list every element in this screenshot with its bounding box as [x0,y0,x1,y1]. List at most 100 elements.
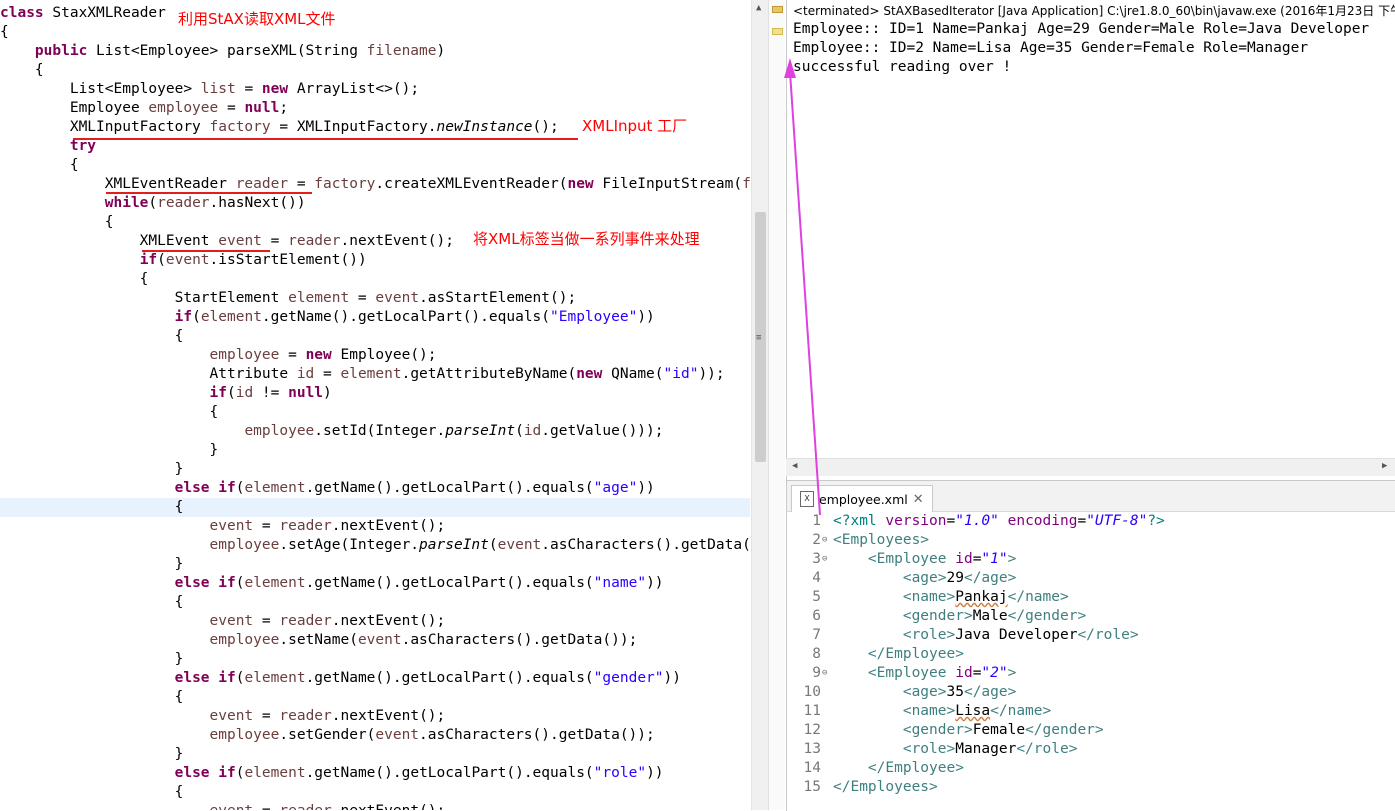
code-token: "id" [663,366,699,382]
code-token: Attribute [0,366,297,382]
code-token: List<Employee> [0,81,201,97]
fold-toggle-icon[interactable]: ⊖ [822,531,827,550]
code-line[interactable]: { [0,593,184,612]
code-line[interactable]: else if(element.getName().getLocalPart()… [0,669,681,688]
xml-token: <age> [833,684,947,700]
line-number: 9 [812,665,821,681]
code-line[interactable]: { [0,327,184,346]
xml-code: <Employee id="2"> [833,664,1016,683]
code-line[interactable]: { [0,688,184,707]
code-line[interactable]: { [0,61,44,80]
code-token: reader [279,803,331,810]
code-line[interactable]: if(event.isStartElement()) [0,251,367,270]
console-horizontal-scrollbar[interactable]: ◀ ▶ [786,458,1395,476]
close-tab-icon[interactable]: ✕ [913,492,924,507]
code-token: while [104,195,149,211]
xml-code: </Employees> [833,778,938,797]
code-line[interactable]: XMLInputFactory factory = XMLInputFactor… [0,118,559,137]
code-token: .getName().getLocalPart().equals( [305,765,594,781]
console-output-line: Employee:: ID=2 Name=Lisa Age=35 Gender=… [793,40,1309,56]
code-token: .asStartElement(); [419,290,577,306]
xml-token: ?> [1147,513,1165,529]
code-line[interactable]: employee.setAge(Integer.parseInt(event.a… [0,536,750,555]
code-line[interactable]: { [0,783,184,802]
code-line[interactable]: employee = new Employee(); [0,346,437,365]
code-token: if [139,252,158,268]
code-token: { [0,271,149,287]
code-line[interactable]: { [0,213,114,232]
code-line[interactable]: event = reader.nextEvent(); [0,612,446,631]
code-line[interactable]: class StaxXMLReader [0,4,175,23]
code-line[interactable]: } [0,745,184,764]
code-line[interactable]: else if(element.getName().getLocalPart()… [0,574,664,593]
console-view[interactable]: <terminated> StAXBasedIterator [Java App… [786,0,1395,480]
code-line[interactable]: while(reader.hasNext()) [0,194,306,213]
line-number: 11 [803,703,821,719]
fold-toggle-icon[interactable]: ⊖ [822,664,827,683]
overview-ruler [768,0,785,810]
code-line[interactable]: if(element.getName().getLocalPart().equa… [0,308,655,327]
code-line[interactable]: Attribute id = element.getAttributeByNam… [0,365,725,384]
xml-token: <name> [833,589,956,605]
xml-editor[interactable]: X employee.xml ✕ 1 <?xml version="1.0" en… [786,480,1395,811]
editor-vertical-scrollbar[interactable]: ▲ ≡ [751,0,769,810]
xml-token: <age> [833,570,947,586]
code-token: new [305,347,341,363]
code-line[interactable]: } [0,460,184,479]
xml-token: = [946,513,956,529]
code-line[interactable]: { [0,498,750,517]
code-line[interactable]: event = reader.nextEvent(); [0,517,446,536]
code-token: .getAttributeByName( [401,366,577,382]
code-line[interactable]: { [0,270,149,289]
scroll-left-arrow-icon[interactable]: ◀ [792,461,797,471]
code-line[interactable]: employee.setId(Integer.parseInt(id.getVa… [0,422,663,441]
code-token: Employee(); [340,347,437,363]
code-line[interactable]: { [0,23,9,42]
tab-employee-xml[interactable]: X employee.xml ✕ [791,485,933,512]
occurrence-marker-icon[interactable] [772,28,783,35]
xml-token: <Employee [833,551,956,567]
code-token: reader [288,233,341,249]
fold-toggle-icon[interactable]: ⊖ [822,550,827,569]
code-line[interactable]: Employee employee = null; [0,99,288,118]
code-token: { [0,214,114,230]
scroll-right-arrow-icon[interactable]: ▶ [1382,461,1387,471]
code-line[interactable]: employee.setGender(event.asCharacters().… [0,726,655,745]
code-token: event [375,727,420,743]
xml-code: <age>29</age> [833,569,1017,588]
xml-token: </Employee> [833,760,964,776]
code-token: )) [663,670,681,686]
code-line[interactable]: event = reader.nextEvent(); [0,802,446,810]
code-token: .setName( [279,632,358,648]
code-line[interactable]: } [0,555,184,574]
code-line[interactable]: { [0,156,79,175]
code-line[interactable]: } [0,650,184,669]
code-line[interactable]: List<Employee> list = new ArrayList<>(); [0,80,419,99]
code-line[interactable]: else if(element.getName().getLocalPart()… [0,764,664,783]
code-token: new [261,81,297,97]
code-line[interactable]: event = reader.nextEvent(); [0,707,446,726]
code-token: = [253,613,280,629]
line-number: 10 [803,684,821,700]
editor-tab-bar: X employee.xml ✕ [787,481,1395,512]
code-line[interactable]: public List<Employee> parseXML(String fi… [0,42,445,61]
xml-token: </name> [1007,589,1069,605]
scroll-up-arrow-icon[interactable]: ▲ [756,3,761,13]
code-line[interactable]: else if(element.getName().getLocalPart()… [0,479,655,498]
line-number: 7 [812,627,821,643]
xml-token: </age> [963,570,1017,586]
code-line[interactable]: XMLEvent event = reader.nextEvent(); [0,232,454,251]
code-line[interactable]: if(id != null) [0,384,332,403]
code-line[interactable]: { [0,403,219,422]
line-number: 3 [812,551,821,567]
code-line[interactable]: } [0,441,219,460]
java-editor[interactable]: class StaxXMLReader { public List<Employ… [0,0,750,810]
code-line[interactable]: employee.setName(event.asCharacters().ge… [0,631,638,650]
code-token: .getName().getLocalPart().equals( [261,309,551,325]
code-line[interactable]: StartElement element = event.asStartElem… [0,289,577,308]
warning-marker-icon[interactable] [772,6,783,13]
code-token: employee [209,727,280,743]
